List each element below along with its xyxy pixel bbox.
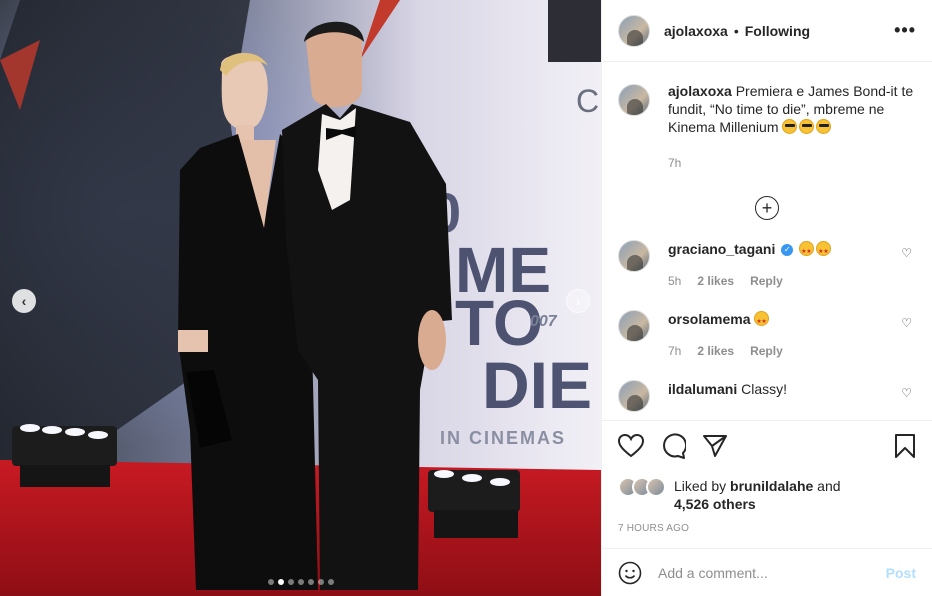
starstruck-emoji-icon	[754, 311, 770, 331]
carousel-prev-button[interactable]: ‹	[12, 289, 36, 313]
caption-username[interactable]: ajolaxoxa	[668, 83, 732, 99]
comment-button[interactable]	[660, 432, 688, 464]
comments-list[interactable]: ajolaxoxa Premiera e James Bond-it te fu…	[602, 62, 932, 420]
comment-emojis	[799, 241, 833, 261]
comment-time[interactable]: 7h	[668, 342, 681, 360]
header-username[interactable]: ajolaxoxa	[664, 23, 728, 39]
caption-emojis	[782, 119, 833, 135]
like-button[interactable]	[617, 433, 645, 463]
comment-likes[interactable]: 2 likes	[697, 342, 734, 360]
sunglasses-emoji-icon	[816, 119, 832, 134]
load-more-comments-button[interactable]: +	[755, 196, 779, 220]
comment-emojis	[754, 311, 771, 331]
carousel-next-button[interactable]: ›	[566, 289, 590, 313]
starstruck-emoji-icon	[816, 241, 832, 261]
comment-time[interactable]: 5h	[668, 272, 681, 290]
comment-username[interactable]: ildalumani	[668, 381, 737, 397]
sunglasses-emoji-icon	[782, 119, 798, 134]
sunglasses-emoji-icon	[799, 119, 815, 134]
avatar[interactable]	[618, 380, 650, 412]
post-header: ajolaxoxa • Following •••	[602, 0, 932, 62]
bookmark-icon	[895, 433, 915, 458]
emoji-icon[interactable]	[618, 561, 642, 585]
liked-by-user[interactable]: brunildalahe	[730, 478, 813, 494]
comment-icon	[663, 432, 688, 459]
verified-badge-icon: ✓	[781, 244, 794, 257]
stage-light-left	[12, 424, 117, 487]
liked-by-avatars	[618, 477, 668, 497]
comment-like-icon[interactable]: ♡	[901, 316, 912, 330]
liked-by-and: and	[817, 478, 841, 494]
carousel-dot	[298, 579, 304, 585]
post-side-panel: ajolaxoxa • Following ••• ajolaxoxa Prem…	[601, 0, 932, 596]
comment-username[interactable]: graciano_tagani	[668, 241, 775, 257]
stage-light-right	[428, 470, 520, 538]
chevron-right-icon: ›	[575, 293, 581, 309]
more-options-icon[interactable]: •••	[894, 20, 916, 41]
carousel-dot	[318, 579, 324, 585]
reply-button[interactable]: Reply	[750, 342, 783, 360]
post-photo[interactable]: C 0 ME TO DIE 007 IN CINEMAS	[0, 0, 601, 596]
share-icon	[703, 434, 727, 457]
post-timestamp[interactable]: 7 HOURS AGO	[618, 523, 916, 534]
carousel-dot	[288, 579, 294, 585]
carousel-dot	[308, 579, 314, 585]
save-button[interactable]	[894, 433, 916, 464]
carousel-dot	[268, 579, 274, 585]
liked-by-prefix: Liked by	[674, 478, 727, 494]
carousel-dot	[278, 579, 284, 585]
poster-brand: 007	[530, 313, 558, 330]
carousel-dot	[328, 579, 334, 585]
comment-text: Classy!	[741, 381, 788, 397]
header-separator: •	[733, 22, 739, 39]
post-actions: Liked by brunildalahe and 4,526 others 7…	[602, 420, 932, 534]
avatar	[646, 477, 666, 497]
heart-icon	[617, 433, 645, 457]
poster-cinemas: IN CINEMAS	[440, 428, 566, 448]
plus-circle-icon: +	[761, 198, 773, 218]
carousel-indicator	[268, 579, 334, 585]
reply-button[interactable]: Reply	[750, 272, 783, 290]
comment-item: graciano_tagani ✓ 5h 2 likes Reply ♡	[618, 240, 916, 290]
avatar[interactable]	[618, 310, 650, 342]
following-button[interactable]: Following	[745, 23, 810, 39]
liked-by-others[interactable]: 4,526 others	[674, 496, 756, 512]
add-comment-input[interactable]	[658, 564, 886, 581]
avatar[interactable]	[618, 240, 650, 272]
starstruck-emoji-icon	[799, 241, 815, 261]
comment-username[interactable]: orsolamema	[668, 311, 750, 327]
event-photo-scene: C 0 ME TO DIE 007 IN CINEMAS	[0, 0, 601, 596]
comment-like-icon[interactable]: ♡	[901, 386, 912, 400]
caption-time[interactable]: 7h	[668, 154, 916, 172]
comment-item: orsolamema 7h 2 likes Reply ♡	[618, 310, 916, 360]
comment-item: ildalumani Classy! ♡	[618, 380, 916, 412]
avatar[interactable]	[618, 84, 650, 116]
comment-likes[interactable]: 2 likes	[697, 272, 734, 290]
comment-like-icon[interactable]: ♡	[901, 246, 912, 260]
share-button[interactable]	[702, 434, 728, 463]
poster-title-line3: DIE	[482, 348, 592, 422]
chevron-left-icon: ‹	[21, 293, 27, 309]
post-comment-button[interactable]: Post	[886, 565, 916, 581]
add-comment-bar: Post	[602, 548, 932, 596]
poster-top-letter: C	[576, 83, 599, 119]
liked-by: Liked by brunildalahe and 4,526 others	[618, 477, 916, 513]
caption: ajolaxoxa Premiera e James Bond-it te fu…	[618, 62, 916, 172]
avatar[interactable]	[618, 14, 650, 47]
